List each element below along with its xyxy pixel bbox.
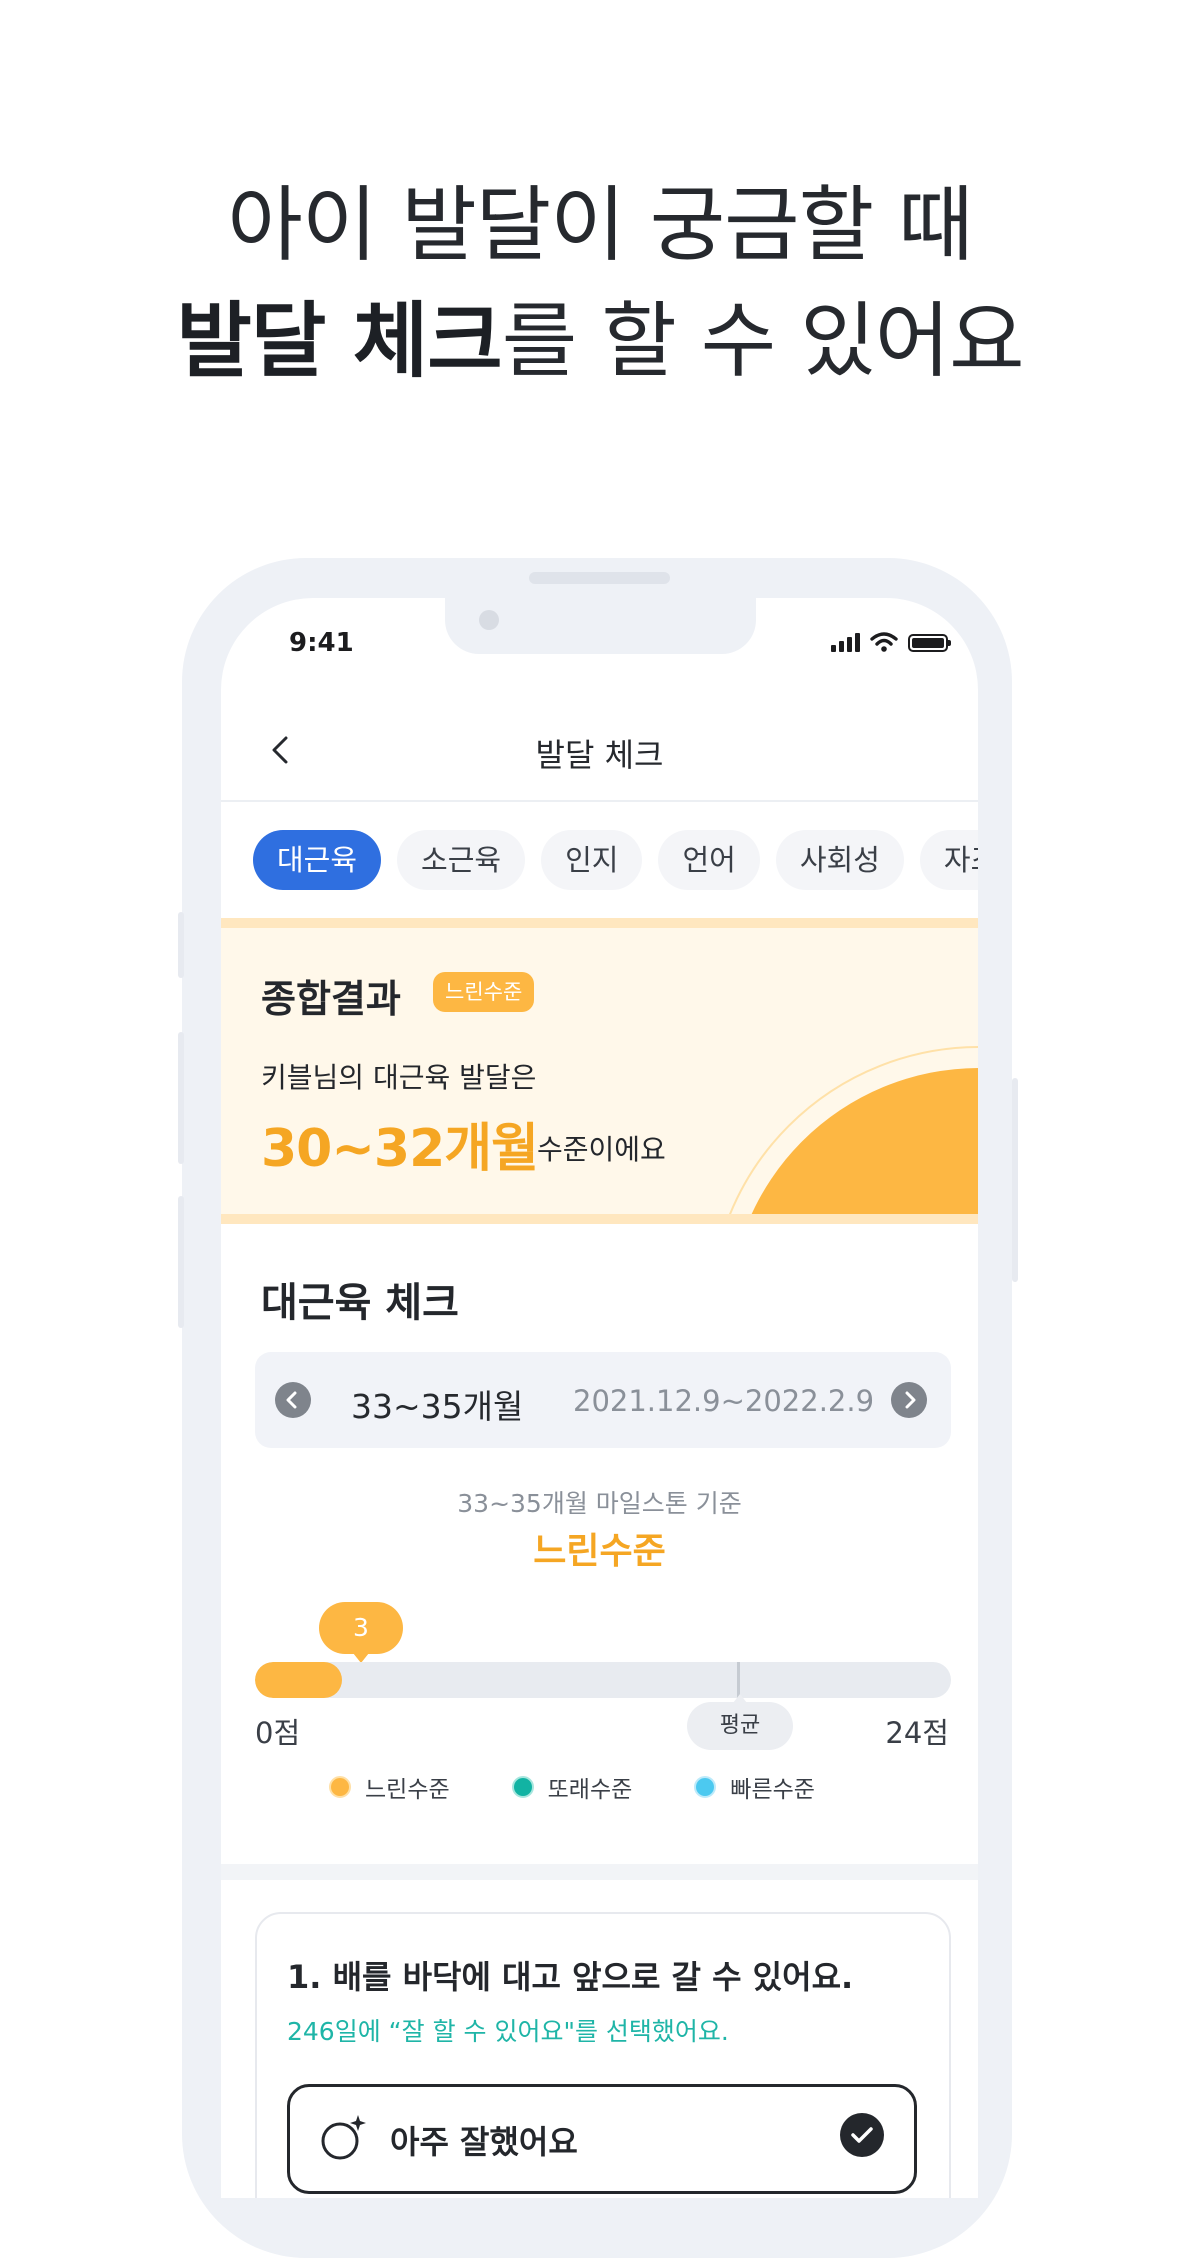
level-legend: 느린수준 또래수준 빠른수준 [329, 1770, 815, 1804]
battery-icon [908, 634, 951, 652]
legend-label: 빠른수준 [730, 1777, 815, 1803]
legend-peer: 또래수준 [511, 1770, 633, 1804]
category-tabs: 대근육 소근육 인지 언어 사회성 자조 [253, 830, 978, 890]
score-fill [255, 1662, 342, 1698]
score-track [255, 1662, 951, 1698]
period-age: 33~35개월 [351, 1387, 524, 1426]
volume-down-button [178, 1196, 184, 1328]
section-divider [221, 1864, 978, 1880]
legend-slow: 느린수준 [329, 1770, 450, 1804]
status-icons [831, 632, 951, 652]
orange-dot-icon [329, 1776, 351, 1798]
prev-period-button[interactable] [275, 1382, 311, 1418]
cellular-signal-icon [831, 633, 860, 652]
question-subtitle: 246일에 “잘 할 수 있어요"를 선택했어요. [287, 2017, 729, 2046]
chevron-left-icon [286, 1391, 297, 1409]
tab-language[interactable]: 언어 [658, 830, 760, 890]
status-time: 9:41 [289, 628, 354, 658]
score-max-label: 24점 [885, 1716, 949, 1750]
marketing-headline: 아이 발달이 궁금할 때 발달 체크를 할 수 있어요 [0, 168, 1200, 400]
result-value: 30~32개월 [261, 1119, 539, 1179]
headline-line-1: 아이 발달이 궁금할 때 [227, 178, 973, 273]
question-card: 1. 배를 바닥에 대고 앞으로 갈 수 있어요. 246일에 “잘 할 수 있… [255, 1912, 951, 2198]
headline-rest: 를 할 수 있어요 [501, 294, 1025, 389]
average-label: 평균 [687, 1694, 793, 1750]
legend-label: 느린수준 [365, 1777, 450, 1803]
milestone-level: 느린수준 [533, 1531, 666, 1572]
tab-cognition[interactable]: 인지 [541, 830, 643, 890]
milestone-caption: 33~35개월 마일스톤 기준 [457, 1489, 742, 1518]
tab-self-help[interactable]: 자조 [919, 830, 978, 890]
next-period-button[interactable] [891, 1382, 927, 1418]
sparkle-face-icon [321, 2115, 366, 2160]
tab-gross-motor[interactable]: 대근육 [253, 830, 382, 890]
score-min-label: 0점 [255, 1716, 301, 1750]
legend-label: 또래수준 [547, 1777, 633, 1803]
wifi-icon [870, 632, 898, 652]
volume-up-button [178, 1032, 184, 1164]
result-title: 종합결과 [261, 977, 401, 1021]
nav-bar: 발달 체크 [221, 700, 978, 802]
section-title: 대근육 체크 [261, 1280, 459, 1326]
period-selector: 33~35개월 2021.12.9~2022.2.9 [255, 1352, 951, 1448]
power-button [1012, 1078, 1018, 1282]
headline-line-2: 발달 체크를 할 수 있어요 [0, 284, 1200, 400]
mute-switch [178, 912, 184, 978]
headline-bold: 발달 체크 [176, 294, 502, 389]
tab-social[interactable]: 사회성 [775, 830, 904, 890]
tab-fine-motor[interactable]: 소근육 [397, 830, 526, 890]
question-title: 1. 배를 바닥에 대고 앞으로 갈 수 있어요. [287, 1958, 854, 1996]
answer-option-button[interactable]: 아주 잘했어요 [287, 2084, 917, 2194]
blue-dot-icon [694, 1776, 717, 1798]
teal-dot-icon [511, 1776, 534, 1798]
legend-fast: 빠른수준 [694, 1770, 815, 1804]
answer-label: 아주 잘했어요 [390, 2123, 578, 2161]
result-description: 키블님의 대근육 발달은 [261, 1061, 537, 1094]
notch [445, 598, 756, 654]
overall-result-card: 종합결과 느린수준 키블님의 대근육 발달은 30~32개월 수준이에요 [221, 918, 978, 1224]
camera-icon [479, 610, 499, 630]
check-circle-icon [840, 2113, 884, 2157]
speaker-grille [529, 572, 670, 584]
page-title: 발달 체크 [535, 736, 664, 774]
status-badge: 느린수준 [433, 972, 535, 1012]
chevron-right-icon [905, 1391, 916, 1409]
period-dates: 2021.12.9~2022.2.9 [573, 1384, 875, 1418]
score-bubble: 3 [319, 1602, 403, 1663]
phone-screen: 9:41 발달 체크 대근육 소근육 인지 언어 사회성 자조 종합결과 느린수… [221, 598, 978, 2198]
result-suffix: 수준이에요 [537, 1133, 666, 1166]
